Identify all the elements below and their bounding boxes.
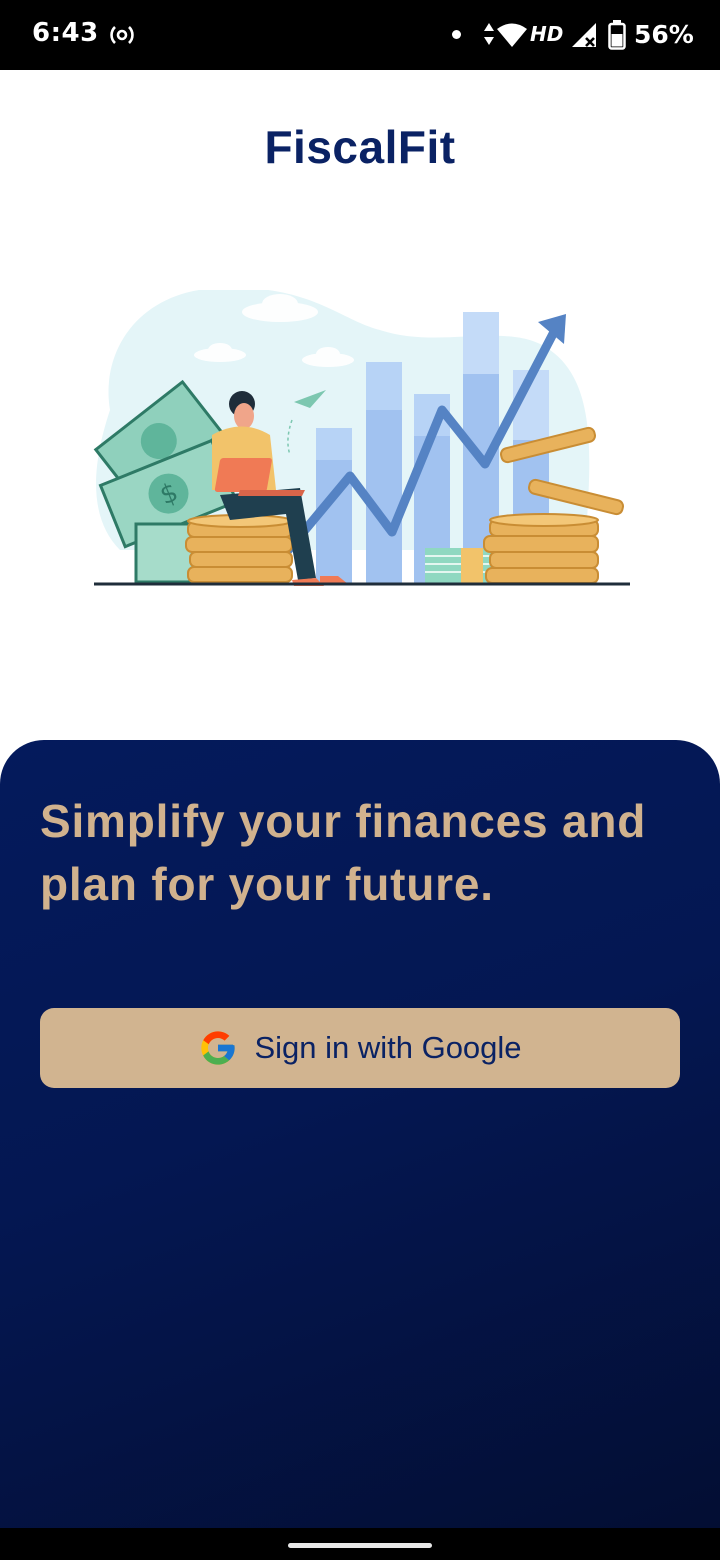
google-sign-in-button[interactable]: Sign in with Google — [40, 1008, 680, 1088]
network-type-label: HD — [530, 22, 564, 46]
tagline: Simplify your finances and plan for your… — [40, 795, 647, 910]
battery-percentage: 56% — [634, 20, 694, 49]
google-sign-in-label: Sign in with Google — [254, 1030, 522, 1065]
status-bar: 6:43 HD 56% — [0, 0, 720, 70]
signal-icon — [572, 23, 596, 47]
app-title: FiscalFit — [264, 121, 456, 173]
wifi-icon — [497, 23, 527, 47]
finance-growth-illustration: $ — [93, 290, 630, 586]
radio-broadcast-icon — [110, 26, 134, 44]
battery-icon — [608, 20, 626, 50]
navigation-bar — [0, 1528, 720, 1560]
notification-dot-icon — [452, 30, 461, 39]
google-g-icon — [201, 1031, 236, 1065]
data-arrows-icon — [484, 23, 494, 45]
home-gesture-handle[interactable] — [288, 1543, 432, 1548]
welcome-panel: Simplify your finances and plan for your… — [0, 740, 720, 1528]
status-time: 6:43 — [32, 18, 99, 48]
